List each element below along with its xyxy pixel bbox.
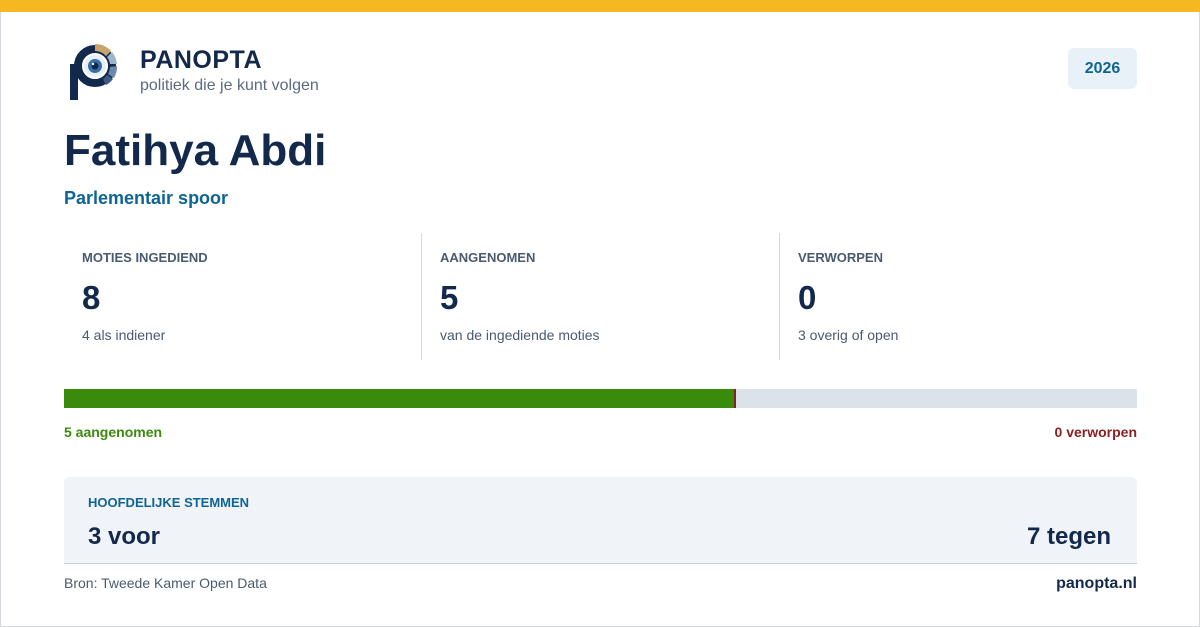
brand-tagline: politiek die je kunt volgen	[140, 77, 319, 94]
roll-call-votes-panel: HOOFDELIJKE STEMMEN 3 voor 7 tegen	[64, 477, 1137, 564]
accepted-count-label: 5 aangenomen	[64, 424, 163, 440]
stat-value: 8	[82, 279, 101, 316]
votes-heading: HOOFDELIJKE STEMMEN	[88, 495, 250, 510]
stats-row: MOTIES INGEDIEND 8 4 als indiener AANGEN…	[64, 233, 1137, 360]
stat-rejected: VERWORPEN 0 3 overig of open	[779, 233, 1137, 360]
votes-against: 7 tegen	[1026, 523, 1111, 550]
outcome-progress-bar	[64, 389, 1137, 408]
rejected-marker	[734, 389, 736, 408]
stat-note: 4 als indiener	[82, 327, 166, 343]
stat-submitted: MOTIES INGEDIEND 8 4 als indiener	[64, 233, 421, 360]
stat-accepted: AANGENOMEN 5 van de ingediende moties	[421, 233, 779, 360]
accepted-fill	[64, 389, 735, 408]
person-subtitle: Parlementair spoor	[64, 188, 229, 208]
panopta-logo-icon	[70, 44, 118, 100]
top-accent-bar	[0, 0, 1200, 12]
stat-label: MOTIES INGEDIEND	[82, 250, 208, 265]
votes-for: 3 voor	[88, 523, 161, 550]
stat-label: VERWORPEN	[798, 250, 883, 265]
rejected-count-label: 0 verworpen	[1054, 424, 1137, 440]
stat-note: 3 overig of open	[798, 327, 899, 343]
stat-value: 0	[798, 279, 817, 316]
year-badge: 2026	[1068, 48, 1137, 89]
source-note: Bron: Tweede Kamer Open Data	[64, 575, 267, 591]
brand-name: PANOPTA	[140, 46, 263, 74]
stat-value: 5	[440, 279, 459, 316]
person-name: Fatihya Abdi	[64, 126, 327, 175]
site-link[interactable]: panopta.nl	[1056, 575, 1137, 593]
stat-label: AANGENOMEN	[440, 250, 536, 265]
stat-note: van de ingediende moties	[440, 327, 600, 343]
